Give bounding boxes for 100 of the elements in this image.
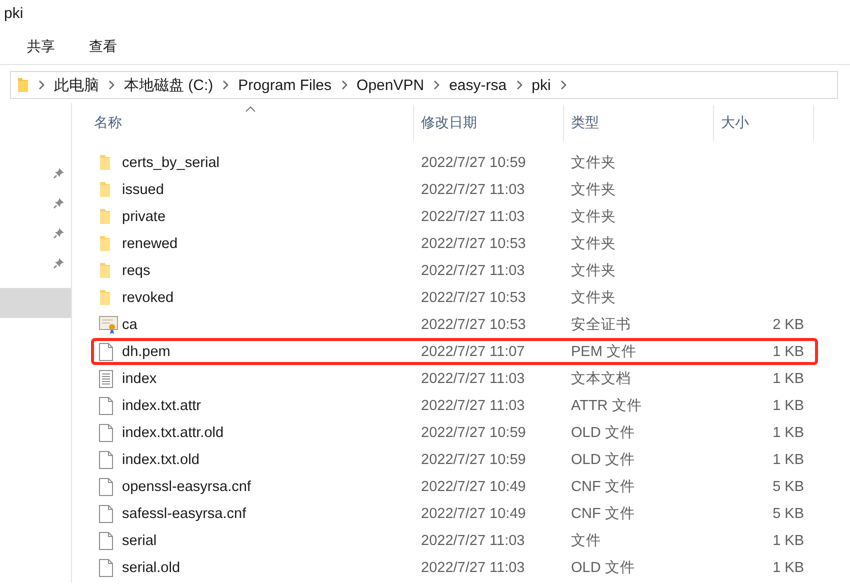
file-name[interactable]: dh.pem (122, 344, 170, 360)
file-type: 文件夹 (571, 263, 616, 279)
file-type: PEM 文件 (571, 344, 636, 360)
file-type: 文件夹 (571, 209, 616, 225)
folder-icon (99, 262, 111, 279)
modified-date: 2022/7/27 11:03 (421, 370, 525, 386)
chevron-right-icon[interactable] (222, 80, 230, 90)
file-size: 1 KB (772, 344, 804, 360)
file-size: 2 KB (772, 316, 804, 332)
file-name[interactable]: index (122, 370, 157, 386)
breadcrumb-link[interactable]: OpenVPN (356, 76, 424, 94)
sort-up-icon (245, 106, 256, 112)
file-type: OLD 文件 (571, 560, 635, 576)
ribbon-tab[interactable]: 查看 (89, 36, 117, 58)
breadcrumb-link[interactable]: Program Files (238, 76, 332, 94)
modified-date: 2022/7/27 11:03 (421, 182, 525, 198)
certificate-icon (99, 316, 119, 334)
breadcrumb-link[interactable]: pki (532, 76, 551, 94)
folder-icon (17, 77, 29, 93)
pin-icon[interactable] (53, 227, 65, 239)
modified-date: 2022/7/27 11:03 (421, 532, 525, 548)
modified-date: 2022/7/27 10:49 (421, 478, 526, 494)
breadcrumb-link[interactable]: 本地磁盘 (C:) (124, 76, 214, 94)
chevron-right-icon[interactable] (108, 80, 115, 90)
text-document-icon (99, 370, 113, 388)
modified-date: 2022/7/27 11:07 (421, 344, 525, 360)
chevron-right-icon[interactable] (38, 80, 45, 90)
modified-date: 2022/7/27 10:53 (421, 316, 526, 332)
folder-icon (99, 289, 111, 306)
breadcrumb-link[interactable]: easy-rsa (449, 76, 507, 94)
document-icon (99, 396, 113, 414)
file-name[interactable]: revoked (122, 290, 174, 306)
column-header[interactable]: 修改日期 (414, 105, 564, 141)
modified-date: 2022/7/27 10:53 (421, 236, 526, 252)
file-name[interactable]: reqs (122, 262, 150, 278)
modified-date: 2022/7/27 11:03 (421, 560, 525, 576)
folder-icon (99, 235, 111, 252)
modified-date: 2022/7/27 11:03 (421, 208, 525, 224)
chevron-right-icon[interactable] (433, 80, 440, 90)
file-type: 文本文档 (571, 371, 631, 387)
column-header[interactable]: 名称 (87, 105, 414, 141)
file-name[interactable]: certs_by_serial (122, 154, 220, 170)
file-name[interactable]: index.txt.attr.old (122, 424, 224, 440)
file-type: CNF 文件 (571, 506, 635, 522)
document-icon (99, 478, 113, 496)
document-icon (99, 342, 113, 360)
file-type: OLD 文件 (571, 425, 635, 441)
file-size: 1 KB (772, 560, 804, 576)
file-type: 文件 (571, 533, 601, 549)
column-header[interactable]: 类型 (564, 105, 714, 141)
file-type: 文件夹 (571, 155, 616, 171)
modified-date: 2022/7/27 10:53 (421, 290, 526, 306)
file-name[interactable]: serial (122, 532, 157, 548)
file-name[interactable]: ca (122, 316, 138, 332)
pin-icon[interactable] (53, 257, 65, 269)
file-name[interactable]: renewed (122, 236, 178, 252)
modified-date: 2022/7/27 10:59 (421, 154, 526, 170)
document-icon (99, 558, 113, 576)
window-title: pki (4, 5, 24, 22)
file-name[interactable]: openssl-easyrsa.cnf (122, 478, 251, 494)
folder-icon (99, 208, 111, 225)
file-size: 1 KB (772, 424, 804, 440)
document-icon (99, 532, 113, 550)
file-name[interactable]: index.txt.attr (122, 398, 201, 414)
file-name[interactable]: issued (122, 182, 164, 198)
document-icon (99, 424, 113, 442)
pin-icon[interactable] (53, 167, 65, 179)
file-type: OLD 文件 (571, 452, 635, 468)
file-type: 文件夹 (571, 290, 616, 306)
column-header[interactable]: 大小 (714, 105, 814, 141)
modified-date: 2022/7/27 10:59 (421, 424, 526, 440)
file-type: 安全证书 (571, 317, 631, 333)
file-size: 5 KB (772, 506, 804, 522)
file-size: 5 KB (772, 478, 804, 494)
document-icon (99, 504, 113, 522)
file-type: CNF 文件 (571, 479, 635, 495)
file-name[interactable]: serial.old (122, 560, 180, 576)
file-name[interactable]: index.txt.old (122, 452, 200, 468)
modified-date: 2022/7/27 11:03 (421, 398, 525, 414)
file-name[interactable]: private (122, 208, 166, 224)
folder-icon (99, 154, 111, 171)
file-type: ATTR 文件 (571, 398, 642, 414)
folder-icon (99, 181, 111, 198)
modified-date: 2022/7/27 10:59 (421, 452, 526, 468)
chevron-right-icon[interactable] (560, 80, 567, 90)
file-size: 1 KB (772, 370, 804, 386)
chevron-right-icon[interactable] (516, 80, 523, 90)
modified-date: 2022/7/27 11:03 (421, 262, 525, 278)
file-size: 1 KB (772, 532, 804, 548)
document-icon (99, 450, 113, 468)
file-type: 文件夹 (571, 182, 616, 198)
pin-icon[interactable] (53, 197, 65, 209)
file-type: 文件夹 (571, 236, 616, 252)
file-size: 1 KB (772, 452, 804, 468)
breadcrumb-link[interactable]: 此电脑 (54, 76, 99, 94)
file-size: 1 KB (772, 398, 804, 414)
ribbon-tab[interactable]: 共享 (27, 36, 55, 58)
file-name[interactable]: safessl-easyrsa.cnf (122, 506, 246, 522)
chevron-right-icon[interactable] (340, 80, 348, 90)
modified-date: 2022/7/27 10:49 (421, 506, 526, 522)
